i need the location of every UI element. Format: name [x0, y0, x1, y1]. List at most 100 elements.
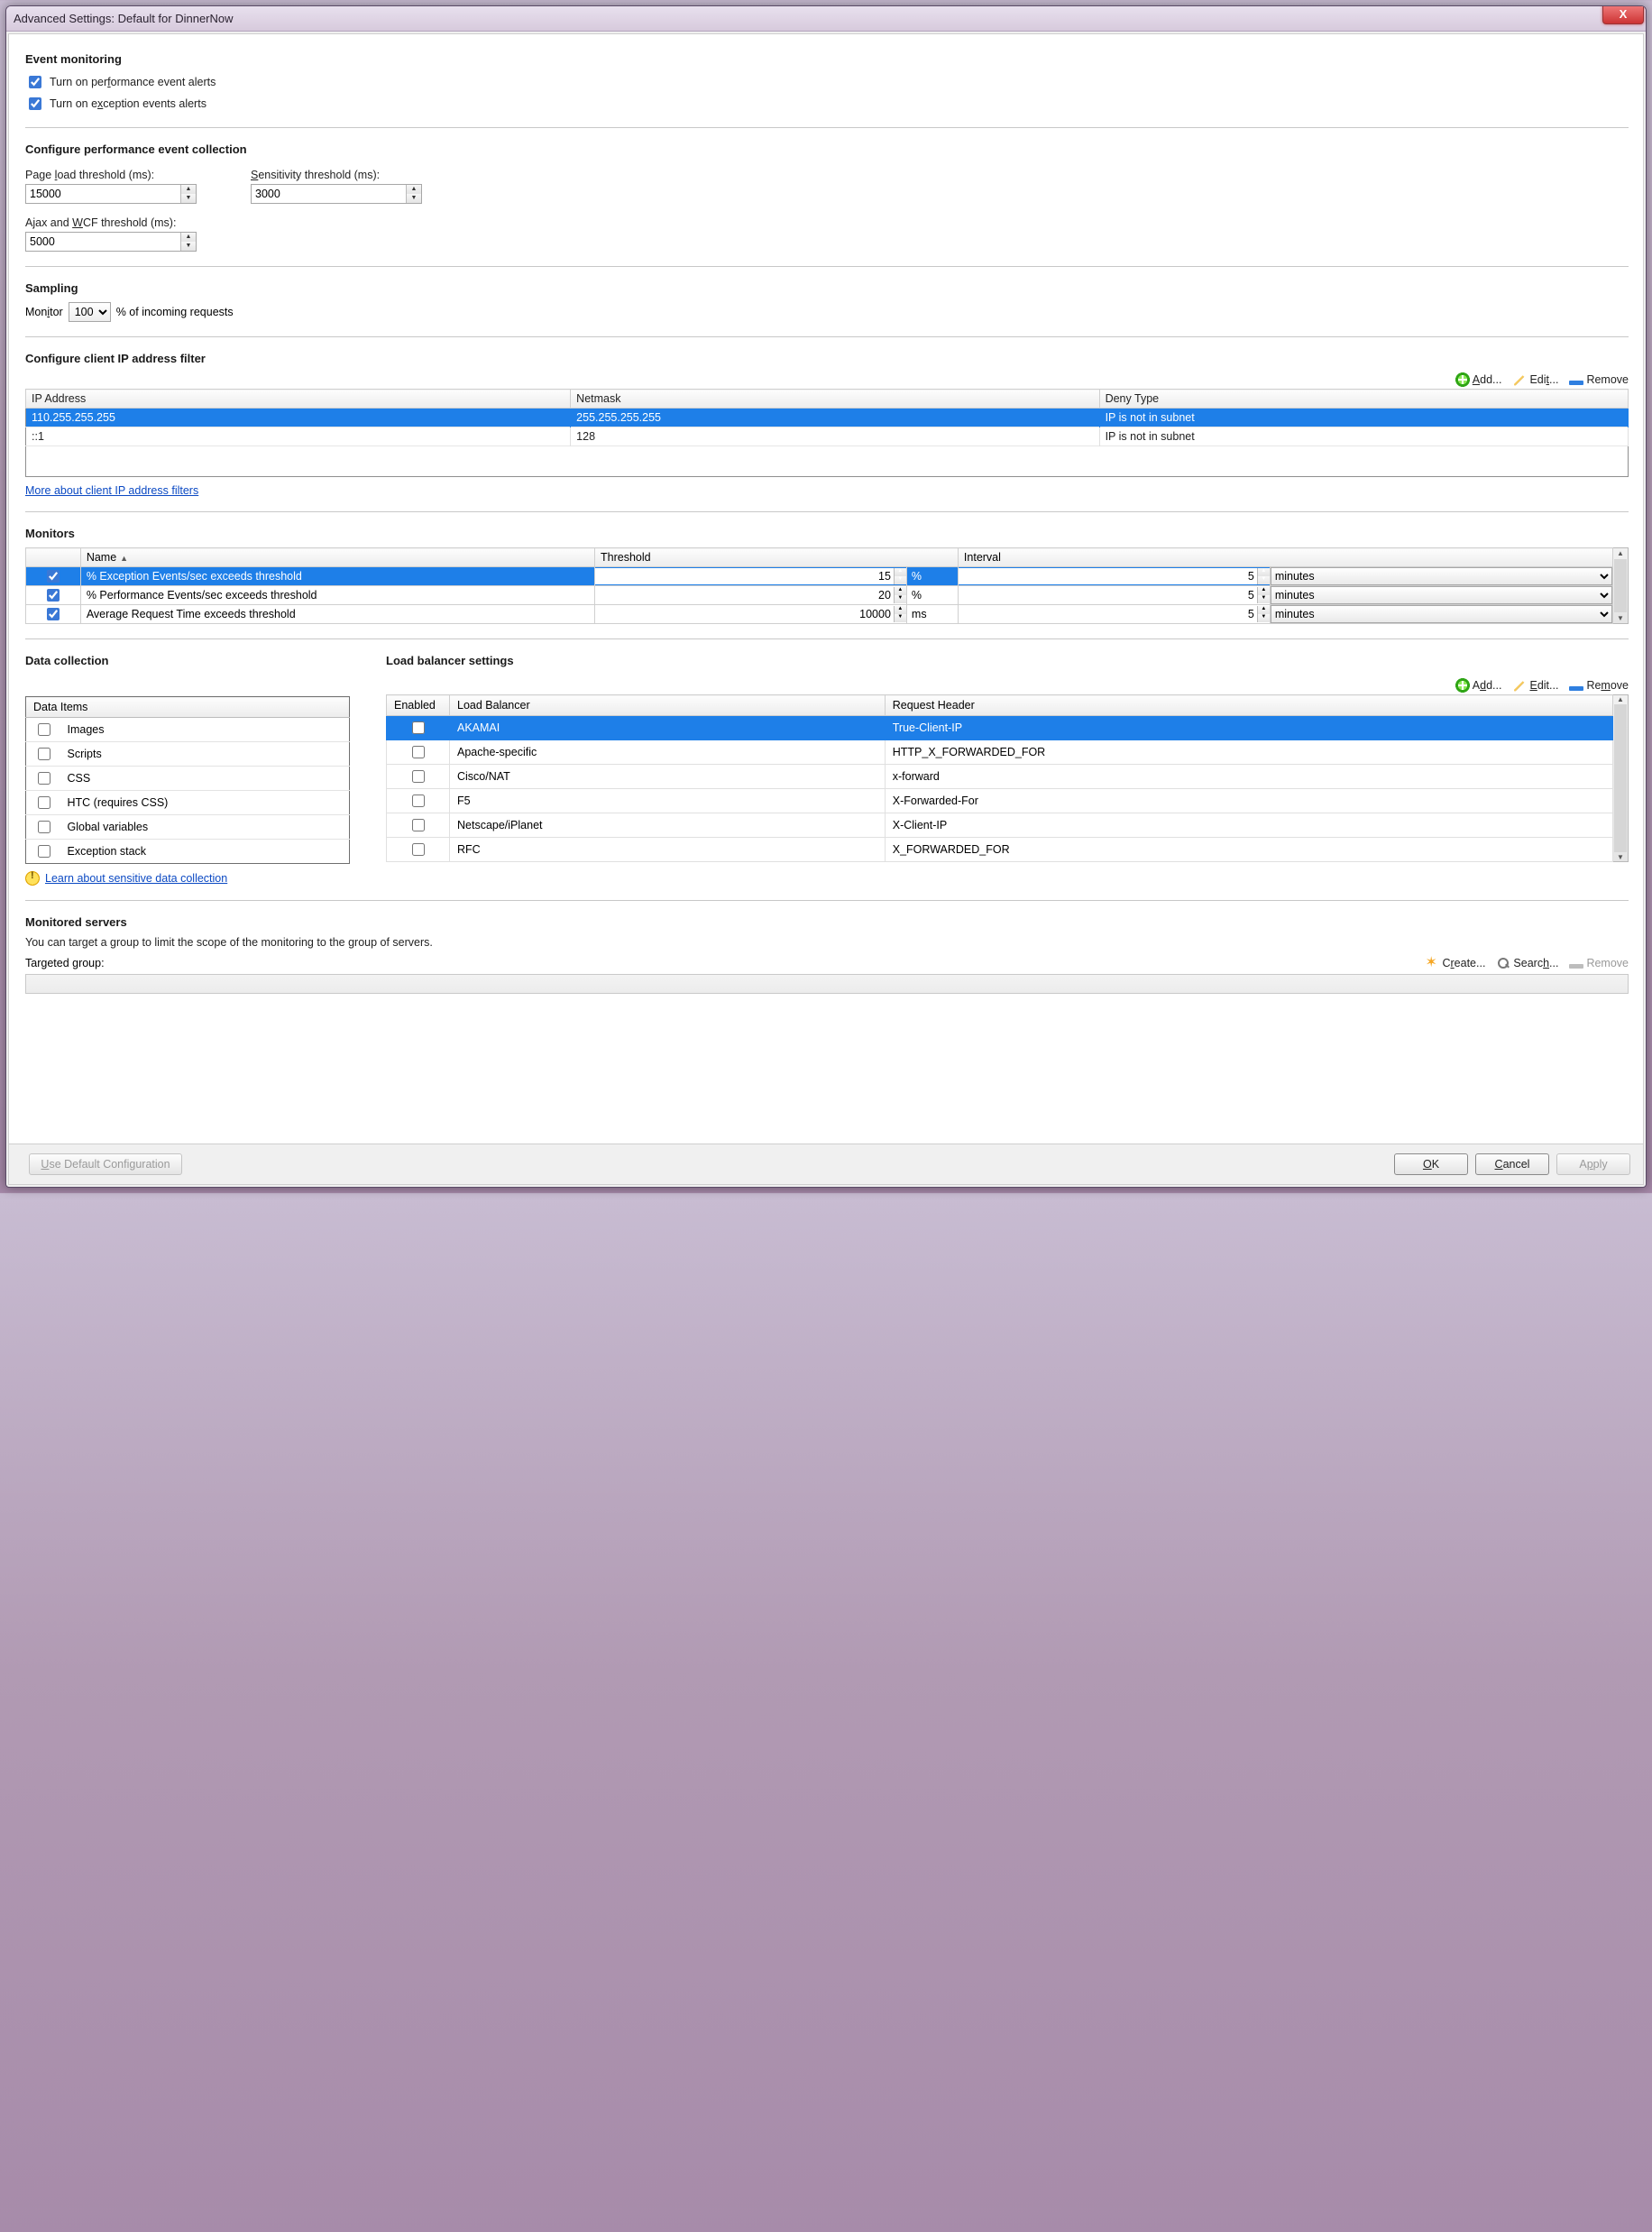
titlebar[interactable]: Advanced Settings: Default for DinnerNow… — [6, 6, 1646, 32]
lb-name: AKAMAI — [450, 716, 886, 740]
lb-remove-button[interactable]: Remove — [1569, 678, 1629, 693]
monitor-name: Average Request Time exceeds threshold — [80, 605, 594, 624]
lb-scrollbar[interactable]: ▲▼ — [1613, 694, 1629, 862]
monitor-row[interactable]: Average Request Time exceeds threshold▲▼… — [26, 605, 1613, 624]
interval-input[interactable] — [959, 568, 1257, 584]
mon-threshold-col[interactable]: Threshold — [595, 548, 959, 567]
lb-row[interactable]: F5X-Forwarded-For — [387, 789, 1613, 813]
data-item-checkbox[interactable] — [38, 796, 50, 809]
data-item-checkbox[interactable] — [38, 845, 50, 858]
data-item-checkbox[interactable] — [38, 723, 50, 736]
load-balancer-table[interactable]: Enabled Load Balancer Request Header AKA… — [386, 694, 1613, 862]
lb-enabled-checkbox[interactable] — [412, 746, 425, 758]
lb-enabled-checkbox[interactable] — [412, 721, 425, 734]
threshold-input[interactable] — [595, 587, 894, 603]
lb-add-button[interactable]: Add... — [1455, 678, 1502, 693]
perf-collection-heading: Configure performance event collection — [25, 142, 1629, 156]
monitors-scrollbar[interactable]: ▲▼ — [1613, 547, 1629, 624]
lb-name-col[interactable]: Load Balancer — [450, 695, 886, 716]
lb-header-col[interactable]: Request Header — [885, 695, 1612, 716]
monitor-checkbox[interactable] — [47, 589, 60, 602]
lb-enabled-checkbox[interactable] — [412, 770, 425, 783]
ajax-input[interactable] — [26, 233, 180, 251]
spin-up[interactable]: ▲ — [407, 185, 421, 194]
data-item-row[interactable]: Images — [26, 718, 350, 742]
threshold-unit: % — [906, 567, 958, 586]
monitors-table[interactable]: Name▲ Threshold Interval % Exception Eve… — [25, 547, 1613, 624]
ip-filter-heading: Configure client IP address filter — [25, 352, 1629, 365]
spin-down[interactable]: ▼ — [407, 194, 421, 203]
divider — [25, 511, 1629, 512]
exc-alerts-checkbox-row[interactable]: Turn on exception events alerts — [25, 95, 1629, 113]
mon-name-col[interactable]: Name▲ — [80, 548, 594, 567]
tg-search-button[interactable]: Search... — [1496, 956, 1558, 970]
perf-alerts-checkbox[interactable] — [29, 76, 41, 88]
data-item-checkbox[interactable] — [38, 821, 50, 833]
page-load-spinbox[interactable]: ▲▼ — [25, 184, 197, 204]
lb-row[interactable]: Apache-specificHTTP_X_FORWARDED_FOR — [387, 740, 1613, 765]
ip-edit-button[interactable]: Edit... — [1512, 372, 1558, 387]
interval-unit-select[interactable]: minutes — [1271, 567, 1612, 585]
lb-enabled-checkbox[interactable] — [412, 819, 425, 831]
close-button[interactable]: X — [1602, 5, 1644, 24]
lb-row[interactable]: Cisco/NATx-forward — [387, 765, 1613, 789]
ip-col-header[interactable]: IP Address — [26, 390, 571, 409]
spin-up[interactable]: ▲ — [181, 185, 196, 194]
lb-name: Cisco/NAT — [450, 765, 886, 789]
ok-button[interactable]: OK — [1394, 1153, 1468, 1175]
monitor-row[interactable]: % Exception Events/sec exceeds threshold… — [26, 567, 1613, 586]
sensitive-data-link[interactable]: Learn about sensitive data collection — [45, 872, 227, 885]
lb-header: HTTP_X_FORWARDED_FOR — [885, 740, 1612, 765]
monitor-row[interactable]: % Performance Events/sec exceeds thresho… — [26, 586, 1613, 605]
data-item-row[interactable]: CSS — [26, 767, 350, 791]
data-item-checkbox[interactable] — [38, 748, 50, 760]
interval-input[interactable] — [959, 606, 1257, 622]
perf-alerts-checkbox-row[interactable]: Turn on performance event alerts — [25, 73, 1629, 91]
data-items-table[interactable]: Data Items ImagesScriptsCSSHTC (requires… — [25, 696, 350, 864]
data-item-row[interactable]: Scripts — [26, 742, 350, 767]
spin-up[interactable]: ▲ — [181, 233, 196, 242]
ip-row[interactable]: ::1 128 IP is not in subnet — [26, 427, 1629, 446]
warning-icon — [25, 871, 40, 886]
spin-down[interactable]: ▼ — [181, 194, 196, 203]
data-item-row[interactable]: Global variables — [26, 815, 350, 840]
lb-enabled-checkbox[interactable] — [412, 843, 425, 856]
sensitivity-spinbox[interactable]: ▲▼ — [251, 184, 422, 204]
lb-edit-button[interactable]: Edit... — [1512, 678, 1558, 693]
monitor-checkbox[interactable] — [47, 608, 60, 620]
interval-unit-select[interactable]: minutes — [1271, 605, 1612, 623]
mask-col-header[interactable]: Netmask — [571, 390, 1099, 409]
lb-row[interactable]: RFCX_FORWARDED_FOR — [387, 838, 1613, 862]
data-items-header: Data Items — [26, 697, 350, 718]
threshold-input[interactable] — [595, 568, 894, 584]
ip-more-link[interactable]: More about client IP address filters — [25, 484, 198, 497]
interval-unit-select[interactable]: minutes — [1271, 586, 1612, 604]
mon-check-col[interactable] — [26, 548, 81, 567]
mon-interval-col[interactable]: Interval — [958, 548, 1612, 567]
lb-row[interactable]: AKAMAITrue-Client-IP — [387, 716, 1613, 740]
ajax-spinbox[interactable]: ▲▼ — [25, 232, 197, 252]
interval-input[interactable] — [959, 587, 1257, 603]
lb-row[interactable]: Netscape/iPlanetX-Client-IP — [387, 813, 1613, 838]
ip-row[interactable]: 110.255.255.255 255.255.255.255 IP is no… — [26, 409, 1629, 427]
exc-alerts-checkbox[interactable] — [29, 97, 41, 110]
data-item-row[interactable]: Exception stack — [26, 840, 350, 864]
monitor-checkbox[interactable] — [47, 570, 60, 583]
threshold-input[interactable] — [595, 606, 894, 622]
tg-create-button[interactable]: ✶Create... — [1425, 956, 1485, 970]
sampling-combo[interactable]: 100 — [69, 302, 111, 322]
cancel-button[interactable]: Cancel — [1475, 1153, 1549, 1175]
sensitivity-input[interactable] — [252, 185, 406, 203]
deny-col-header[interactable]: Deny Type — [1099, 390, 1628, 409]
lb-enabled-col[interactable]: Enabled — [387, 695, 450, 716]
ip-filter-table[interactable]: IP Address Netmask Deny Type 110.255.255… — [25, 389, 1629, 477]
data-item-row[interactable]: HTC (requires CSS) — [26, 791, 350, 815]
data-item-checkbox[interactable] — [38, 772, 50, 785]
monitor-name: % Exception Events/sec exceeds threshold — [80, 567, 594, 586]
ip-remove-button[interactable]: Remove — [1569, 372, 1629, 387]
ip-add-button[interactable]: Add... — [1455, 372, 1502, 387]
page-load-input[interactable] — [26, 185, 180, 203]
scroll-area[interactable]: Event monitoring Turn on performance eve… — [9, 34, 1643, 1144]
spin-down[interactable]: ▼ — [181, 242, 196, 251]
lb-enabled-checkbox[interactable] — [412, 795, 425, 807]
